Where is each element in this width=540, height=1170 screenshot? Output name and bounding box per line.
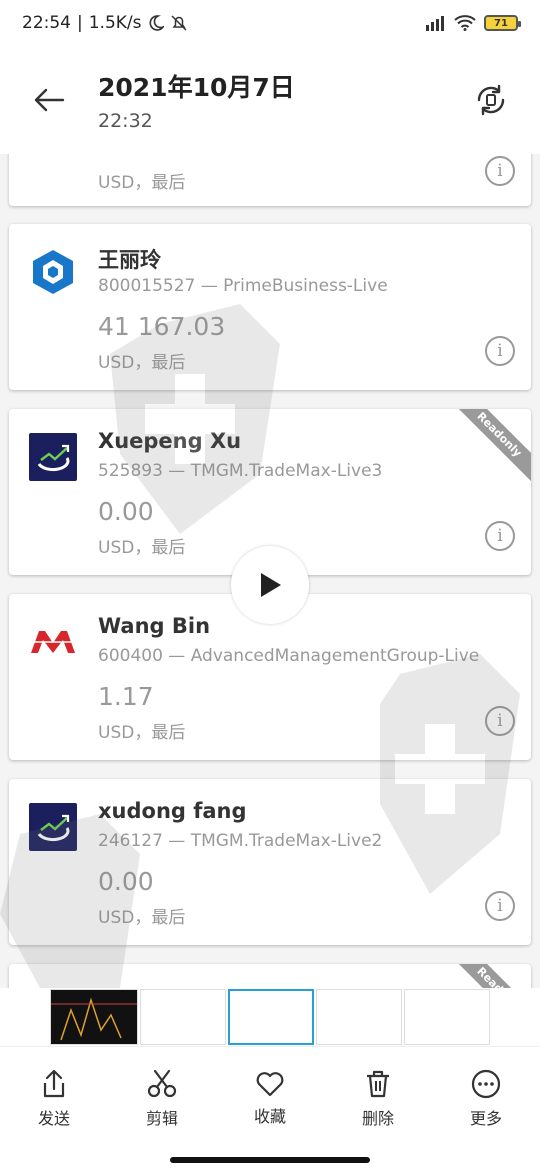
- rotate-button[interactable]: [466, 75, 516, 125]
- account-currency: USD，最后: [98, 173, 186, 193]
- tmgm-logo: [29, 803, 77, 851]
- tmgm-logo: [29, 433, 77, 481]
- account-server: 800015527 — PrimeBusiness-Live: [98, 276, 388, 296]
- account-currency: USD，最后: [98, 353, 186, 373]
- account-server: 525893 — TMGM.TradeMax-Live3: [98, 461, 383, 481]
- account-card[interactable]: 王丽玲 800015527 — PrimeBusiness-Live 41 16…: [9, 224, 531, 390]
- amg-logo: [29, 618, 77, 666]
- moon-icon: [149, 15, 164, 31]
- account-name: Xuepeng Xu: [98, 429, 242, 453]
- account-balance: 0.00: [98, 867, 154, 896]
- heart-icon: [256, 1072, 284, 1097]
- thumbnail[interactable]: [140, 989, 226, 1045]
- account-balance: 0.00: [98, 497, 154, 526]
- share-button[interactable]: 发送: [14, 1069, 94, 1129]
- account-card[interactable]: xudong fang 246127 — TMGM.TradeMax-Live2…: [9, 779, 531, 945]
- trash-icon: [367, 1070, 389, 1098]
- play-icon: [261, 573, 281, 597]
- account-name: Wang Bin: [98, 614, 211, 638]
- thumbnail[interactable]: [316, 989, 402, 1045]
- account-card[interactable]: Readonly: [9, 964, 531, 988]
- readonly-ribbon: Readonly: [449, 409, 531, 485]
- prime-logo: [29, 248, 77, 296]
- account-card[interactable]: USD，最后 i: [9, 154, 531, 206]
- page-title: 2021年10月7日: [98, 73, 295, 102]
- status-time: 22:54: [22, 13, 71, 33]
- share-label: 发送: [37, 1109, 70, 1128]
- account-currency: USD，最后: [98, 723, 186, 743]
- header: 2021年10月7日 22:32: [0, 46, 540, 154]
- account-server: 600400 — AdvancedManagementGroup-Live: [98, 646, 480, 666]
- favorite-button[interactable]: 收藏: [230, 1069, 310, 1129]
- account-name: xudong fang: [98, 799, 247, 823]
- network-speed: 1.5K/s: [88, 13, 142, 33]
- info-icon[interactable]: i: [485, 156, 515, 186]
- more-label: 更多: [469, 1109, 502, 1128]
- home-indicator[interactable]: [170, 1157, 370, 1163]
- edit-label: 剪辑: [145, 1109, 178, 1128]
- bottom-toolbar: 发送 剪辑 收藏 删除 更多: [0, 1046, 540, 1170]
- info-icon[interactable]: i: [485, 891, 515, 921]
- mute-bell-icon: [170, 15, 187, 31]
- share-icon: [43, 1069, 65, 1098]
- more-button[interactable]: 更多: [446, 1069, 526, 1129]
- info-icon[interactable]: i: [485, 336, 515, 366]
- scissors-icon: [147, 1069, 177, 1098]
- delete-label: 删除: [361, 1109, 394, 1128]
- signal-icon: [426, 16, 444, 31]
- account-server: 246127 — TMGM.TradeMax-Live2: [98, 831, 383, 851]
- back-button[interactable]: [24, 75, 74, 125]
- info-icon[interactable]: i: [485, 706, 515, 736]
- edit-button[interactable]: 剪辑: [122, 1069, 202, 1129]
- delete-button[interactable]: 删除: [338, 1069, 418, 1129]
- rotate-screen-icon: [477, 84, 505, 116]
- thumbnail[interactable]: [50, 989, 138, 1045]
- favorite-label: 收藏: [253, 1107, 286, 1126]
- page-subtitle: 22:32: [98, 110, 153, 132]
- play-button[interactable]: [231, 546, 309, 624]
- account-currency: USD，最后: [98, 908, 186, 928]
- battery-icon: 71: [484, 15, 521, 31]
- account-balance: 41 167.03: [98, 312, 226, 341]
- status-bar: 22:54 | 1.5K/s 71: [0, 0, 540, 46]
- account-name: 王丽玲: [98, 248, 161, 272]
- account-list[interactable]: USD，最后 i 王丽玲 800015527 — PrimeBusiness-L…: [0, 154, 540, 988]
- thumbnail[interactable]: [404, 989, 490, 1045]
- account-balance: 1.17: [98, 682, 154, 711]
- more-icon: [471, 1069, 501, 1099]
- info-icon[interactable]: i: [485, 521, 515, 551]
- thumbnail-strip[interactable]: [0, 988, 540, 1046]
- arrow-left-icon: [34, 88, 65, 112]
- account-currency: USD，最后: [98, 538, 186, 558]
- readonly-ribbon: Readonly: [449, 964, 531, 988]
- thumbnail[interactable]: [228, 989, 314, 1045]
- wifi-icon: [454, 15, 476, 31]
